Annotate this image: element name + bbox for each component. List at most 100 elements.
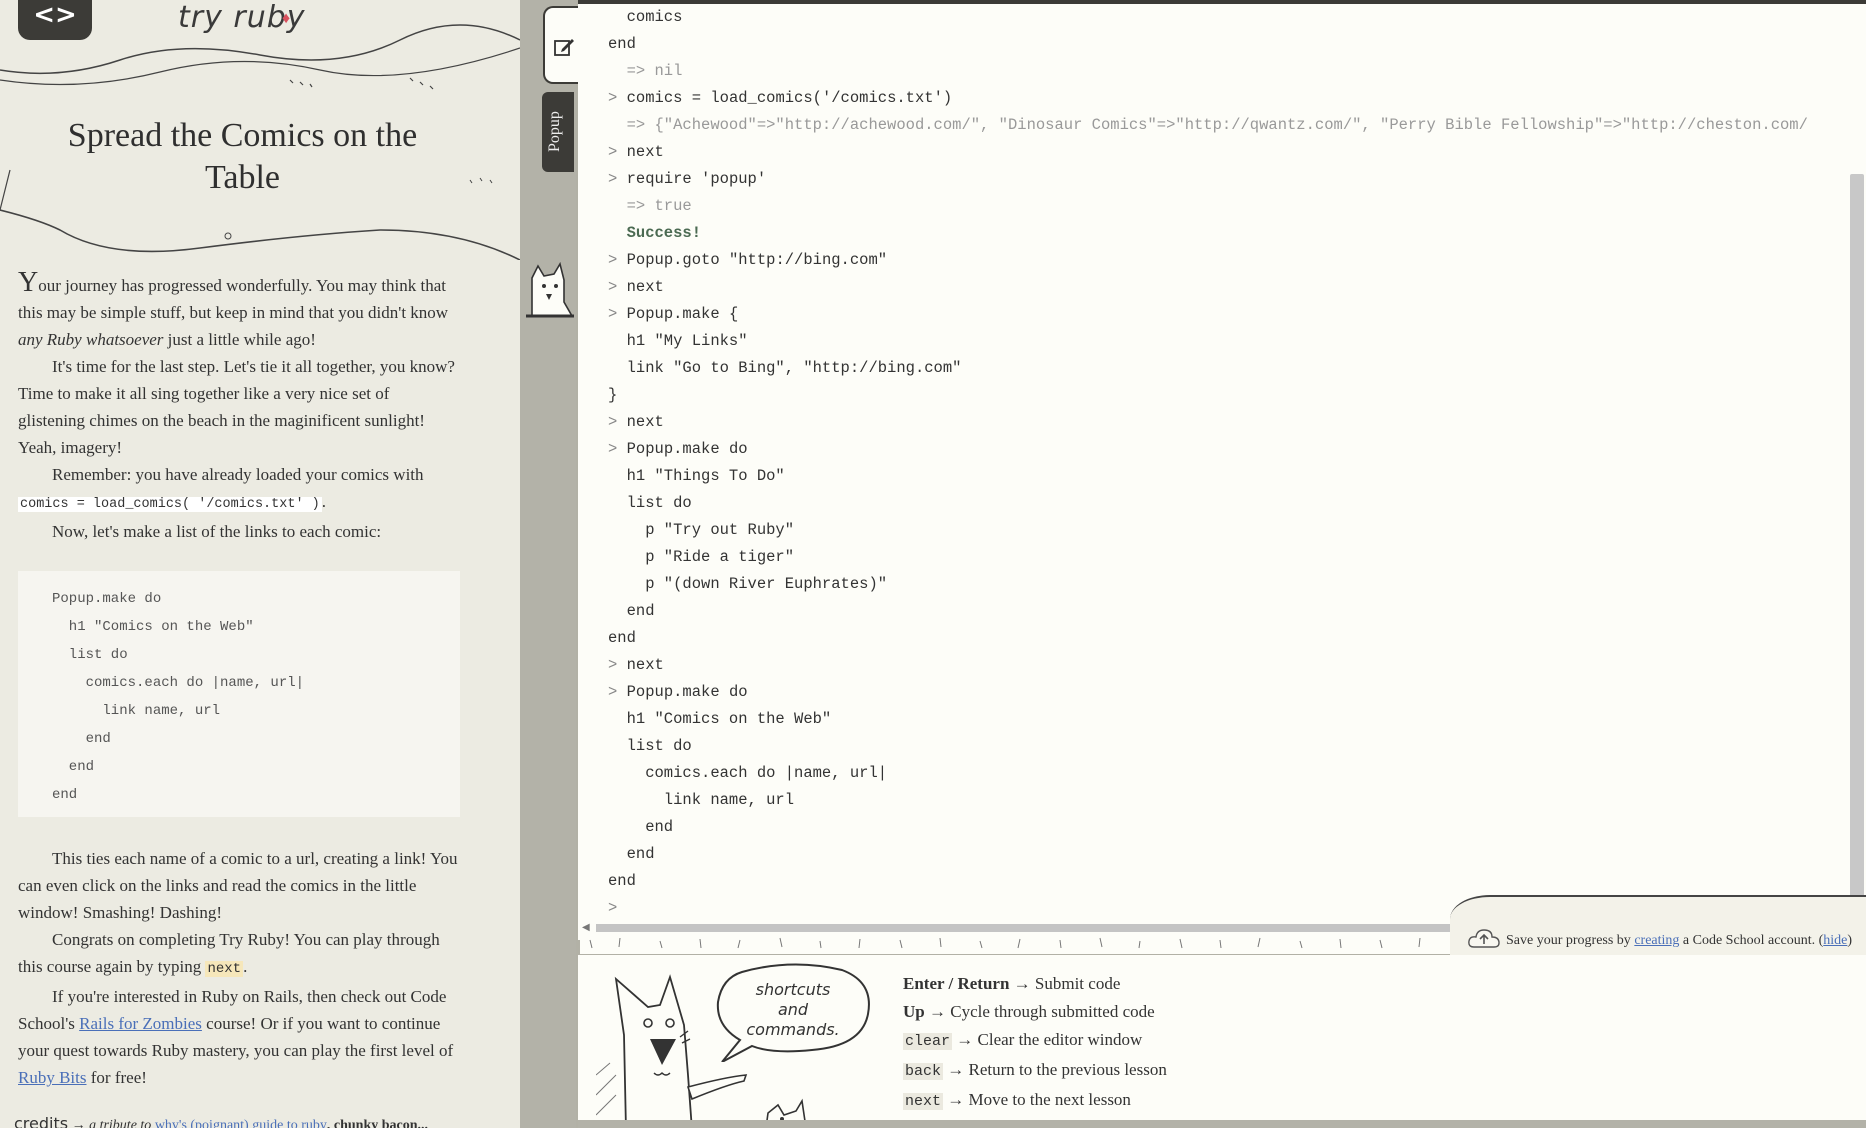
console-code: h1 "Things To Do" [608,467,785,485]
example-code-line: end [52,731,111,747]
popup-tab[interactable]: Popup [542,92,574,172]
example-code-block: Popup.make do h1 "Comics on the Web" lis… [18,571,460,817]
arrow-icon: → [947,1090,965,1109]
ruby-console[interactable]: comics end => nil > comics = load_comics('… [578,0,1866,940]
console-code: link name, url [608,791,795,809]
console-code: comics = load_comics('/comics.txt') [626,89,953,107]
console-line: list do [608,733,1828,760]
console-output: comics end => nil > comics = load_comics('… [608,4,1828,922]
console-code: Popup.make do [626,683,748,701]
console-code: next [626,656,664,674]
arrow-icon: → [956,1030,974,1049]
hide-banner-link[interactable]: hide [1823,933,1847,948]
shortcut-item: back → Return to the previous lesson [903,1056,1403,1086]
console-prompt: > [608,656,618,674]
ruby-bits-link[interactable]: Ruby Bits [18,1068,87,1087]
arrow-icon: → [928,1002,946,1021]
console-code: comics.each do |name, url| [608,764,888,782]
console-line: } [608,382,1828,409]
console-prompt: > [608,899,618,917]
home-button[interactable]: <> [18,0,92,40]
lesson-paragraph: This ties each name of a comic to a url,… [18,849,458,922]
console-code: } [608,386,618,404]
console-line: end [608,31,1828,58]
shortcuts-bubble-text: shortcuts and commands. [746,980,840,1039]
editor-tab[interactable] [543,6,579,84]
console-code: h1 "My Links" [608,332,748,350]
console-line: end [608,625,1828,652]
console-line: > comics = load_comics('/comics.txt') [608,85,1828,112]
grass-decoration [580,932,1450,954]
console-code: comics [608,8,683,26]
console-result: => true [608,197,692,215]
vertical-scrollbar[interactable] [1850,174,1864,904]
console-line: h1 "My Links" [608,328,1828,355]
lesson-pane: <> try ruby ♦ Spread the Comics on the T… [0,0,520,1128]
console-code: list do [608,737,692,755]
example-code-line: link name, url [52,703,221,719]
console-code: require 'popup' [626,170,767,188]
shortcut-list: Enter / Return → Submit code Up → Cycle t… [903,970,1403,1116]
console-prompt: > [608,251,618,269]
console-line: > next [608,409,1828,436]
console-line: end [608,814,1828,841]
console-success: Success! [608,224,702,242]
credits-link[interactable]: why's (poignant) guide to ruby [155,1118,327,1128]
console-line: comics [608,4,1828,31]
console-line: p "(down River Euphrates)" [608,571,1828,598]
inline-code: comics = load_comics( '/comics.txt' ) [18,497,322,512]
console-code: end [608,35,636,53]
console-line: end [608,598,1828,625]
create-account-link[interactable]: creating [1634,933,1679,948]
lesson-body: Your journey has progressed wonderfully.… [18,267,460,1091]
arrow-icon: → [947,1060,965,1079]
console-prompt: > [608,170,618,188]
console-line: > Popup.make do [608,436,1828,463]
console-code: end [608,602,655,620]
lesson-paragraph: Your journey has progressed wonderfully.… [18,267,449,350]
credits-label[interactable]: credits [14,1114,68,1128]
shortcut-command: next [903,1093,944,1110]
console-line: > next [608,139,1828,166]
console-result: => nil [608,62,683,80]
example-code-line: end [52,787,78,803]
console-code: end [608,845,655,863]
shortcut-item: next → Move to the next lesson [903,1086,1403,1116]
console-code: end [608,629,636,647]
console-code: Popup.goto "http://bing.com" [626,251,888,269]
shortcut-command: clear [903,1033,953,1050]
console-prompt: > [608,683,618,701]
save-progress-text: Save your progress by creating a Code Sc… [1506,933,1853,948]
console-code: p "(down River Euphrates)" [608,575,888,593]
console-line: p "Ride a tiger" [608,544,1828,571]
example-code-line: end [52,759,95,775]
console-prompt: > [608,143,618,161]
console-line: > require 'popup' [608,166,1828,193]
console-code: Popup.make { [626,305,739,323]
console-prompt: > [608,413,618,431]
save-progress-banner: Save your progress by creating a Code Sc… [1450,895,1866,955]
console-code: end [608,818,674,836]
console-line: > Popup.make do [608,679,1828,706]
console-line: Success! [608,220,1828,247]
shortcut-description: Clear the editor window [977,1030,1143,1049]
example-code-line: list do [52,647,128,663]
rails-for-zombies-link[interactable]: Rails for Zombies [79,1014,202,1033]
bottom-strip [578,1120,1866,1128]
shortcut-item: Up → Cycle through submitted code [903,998,1403,1026]
console-prompt: > [608,305,618,323]
lesson-paragraph: Remember: you have already loaded your c… [18,465,424,512]
code-brackets-icon: <> [33,0,77,30]
console-line: > Popup.goto "http://bing.com" [608,247,1828,274]
edit-pencil-icon [554,39,574,56]
console-line: => true [608,193,1828,220]
console-code: end [608,872,636,890]
console-line: end [608,868,1828,895]
console-line: => nil [608,58,1828,85]
console-line: > next [608,652,1828,679]
console-code: next [626,143,664,161]
console-line: link "Go to Bing", "http://bing.com" [608,355,1828,382]
example-code-line: h1 "Comics on the Web" [52,619,254,635]
console-line: link name, url [608,787,1828,814]
console-code: link "Go to Bing", "http://bing.com" [608,359,962,377]
